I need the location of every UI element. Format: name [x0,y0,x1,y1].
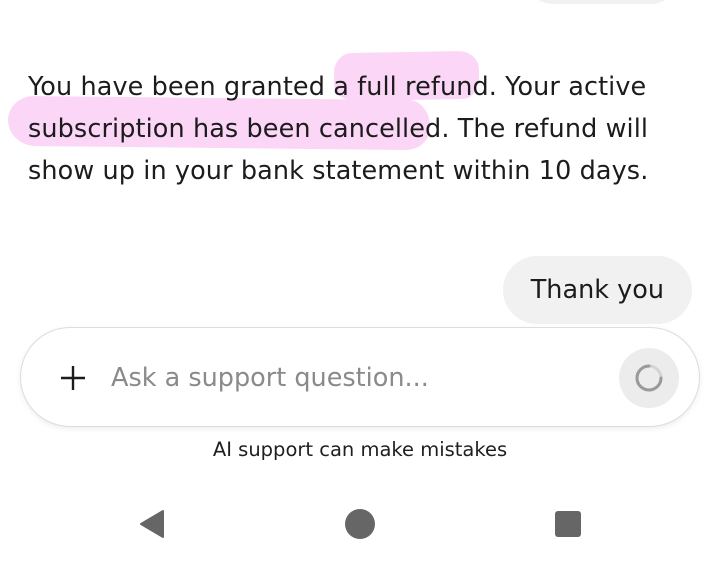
support-question-input[interactable] [111,352,611,404]
user-message-text: Thank you [530,275,664,305]
message-composer [20,327,700,427]
previous-user-bubble [522,0,682,4]
assistant-message: You have been granted a full refund. You… [28,66,668,192]
chat-screen: You have been granted a full refund. You… [0,0,720,566]
assistant-text-part: You have been granted a [28,72,358,102]
recents-square-icon [555,511,581,537]
loading-spinner-icon [635,364,663,392]
home-button[interactable] [340,504,380,544]
home-circle-icon [345,509,375,539]
back-triangle-icon [140,510,164,538]
back-button[interactable] [132,504,172,544]
plus-icon [61,366,85,390]
highlighted-text-subscription-cancelled: subscription has been cancelled [28,114,442,144]
system-navigation-bar [0,492,720,556]
recents-button[interactable] [548,504,588,544]
add-attachment-button[interactable] [51,354,95,402]
user-message-bubble: Thank you [502,256,692,324]
highlighted-text-full-refund: full refund [357,72,489,102]
disclaimer-text: AI support can make mistakes [212,438,508,461]
assistant-text-part: . Your active [488,72,647,102]
send-button[interactable] [619,348,679,408]
